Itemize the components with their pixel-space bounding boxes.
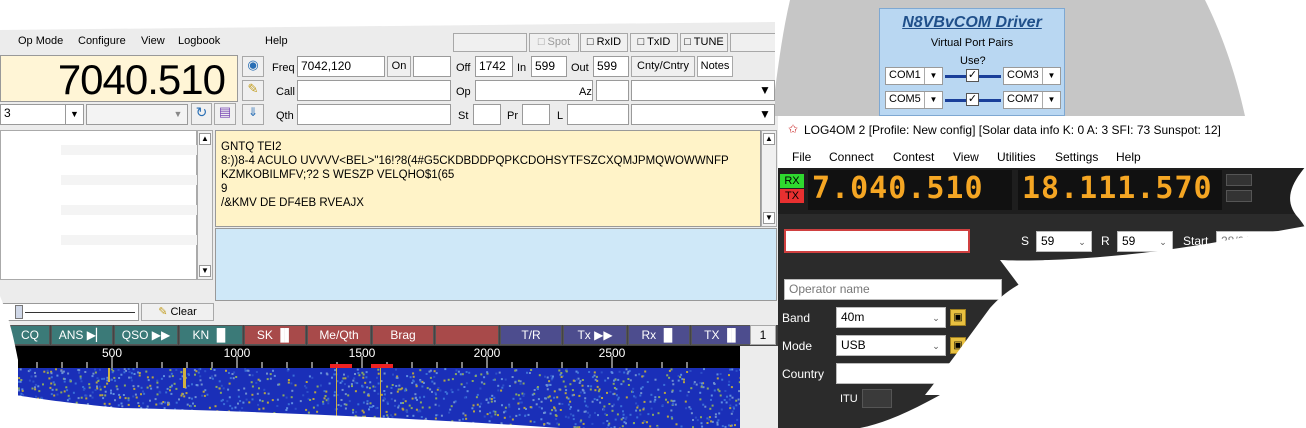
torn-edge-right xyxy=(860,166,1306,428)
